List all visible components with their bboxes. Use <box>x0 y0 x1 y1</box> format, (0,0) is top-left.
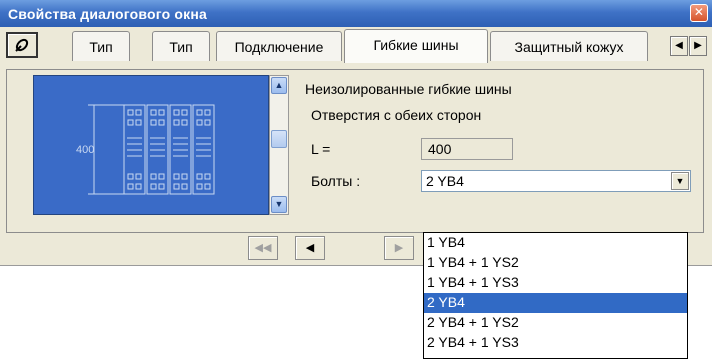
length-field[interactable]: 400 <box>421 138 513 160</box>
tab-type-2[interactable]: Тип <box>152 31 210 61</box>
tab-content-panel: 400 ▲ ▼ Неизолированные гибкие шины Отве… <box>6 69 704 233</box>
pin-button[interactable] <box>6 32 38 58</box>
scroll-thumb[interactable] <box>271 130 287 148</box>
bolts-selected-value: 2 YB4 <box>426 173 464 189</box>
dropdown-option[interactable]: 1 YB4 <box>424 233 687 253</box>
chevron-down-icon[interactable]: ▼ <box>671 172 689 190</box>
dialog-window: Свойства диалогового окна ✕ Тип Тип Подк… <box>0 0 712 266</box>
dropdown-option[interactable]: 2 YB4 + 1 YS3 <box>424 333 687 353</box>
tab-scroll-left-button[interactable]: ◀ <box>670 36 688 56</box>
length-label: L = <box>311 141 331 157</box>
properties-panel: Неизолированные гибкие шины Отверстия с … <box>305 75 695 215</box>
tab-connection[interactable]: Подключение <box>216 31 342 61</box>
scroll-up-button[interactable]: ▲ <box>271 77 287 94</box>
dropdown-option[interactable]: 1 YB4 + 1 YS3 <box>424 273 687 293</box>
tab-scroll-right-button[interactable]: ▶ <box>689 36 707 56</box>
title-bar[interactable]: Свойства диалогового окна ✕ <box>0 0 712 27</box>
properties-subheading: Отверстия с обеих сторон <box>311 107 482 123</box>
previous-record-button[interactable]: ◀ <box>295 236 325 260</box>
bolts-label: Болты : <box>311 173 361 189</box>
dropdown-option[interactable]: 1 YB4 + 1 YS2 <box>424 253 687 273</box>
scroll-down-button[interactable]: ▼ <box>271 196 287 213</box>
tab-protective-cover[interactable]: Защитный кожух <box>490 31 648 61</box>
preview-scrollbar[interactable]: ▲ ▼ <box>269 75 289 215</box>
dropdown-option-selected[interactable]: 2 YB4 <box>424 293 687 313</box>
tab-flexible-busbars[interactable]: Гибкие шины <box>344 29 488 63</box>
busbar-preview: 400 <box>33 75 269 215</box>
tab-type-1[interactable]: Тип <box>72 31 130 61</box>
tab-strip: Тип Тип Подключение Гибкие шины Защитный… <box>0 27 712 69</box>
dimension-label: 400 <box>76 144 94 156</box>
first-record-button[interactable]: ◀◀ <box>248 236 278 260</box>
close-button[interactable]: ✕ <box>690 4 708 22</box>
next-record-button[interactable]: ▶ <box>384 236 414 260</box>
bolts-dropdown-list[interactable]: 1 YB4 1 YB4 + 1 YS2 1 YB4 + 1 YS3 2 YB4 … <box>423 232 688 359</box>
pin-icon <box>15 38 29 52</box>
bolts-combobox[interactable]: 2 YB4 ▼ <box>421 170 691 192</box>
busbar-diagram: 400 <box>76 104 215 195</box>
dropdown-option[interactable]: 2 YB4 + 1 YS2 <box>424 313 687 333</box>
window-title: Свойства диалогового окна <box>8 6 208 22</box>
properties-heading: Неизолированные гибкие шины <box>305 81 512 97</box>
